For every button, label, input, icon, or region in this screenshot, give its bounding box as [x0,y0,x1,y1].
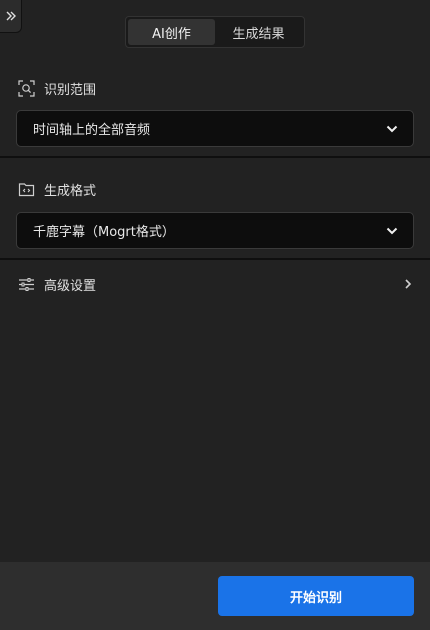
footer-bar: 开始识别 [0,562,430,630]
double-chevron-right-icon [6,11,16,21]
chevron-down-icon [385,122,399,136]
chevron-down-icon [385,224,399,238]
ai-subtitle-panel: AI创作 生成结果 识别范围 时间轴上的全部音频 生成格式 千鹿字幕（Mogrt… [0,0,430,630]
recognition-range-select[interactable]: 时间轴上的全部音频 [16,110,414,147]
recognition-range-text: 识别范围 [44,83,97,98]
mode-tabs: AI创作 生成结果 [125,16,305,48]
recognition-range-label: 识别范围 [18,79,96,98]
output-format-text: 生成格式 [44,184,97,199]
tab-results[interactable]: 生成结果 [215,19,302,45]
expand-panel-button[interactable] [0,0,22,33]
folder-code-icon [18,181,35,198]
chevron-right-icon [402,278,414,290]
sliders-icon [18,276,35,293]
section-divider [0,156,430,158]
advanced-settings-row[interactable]: 高级设置 [0,268,430,300]
advanced-settings-text: 高级设置 [44,278,97,294]
output-format-select[interactable]: 千鹿字幕（Mogrt格式） [16,212,414,249]
recognition-range-value: 时间轴上的全部音频 [33,123,151,138]
section-divider [0,258,430,260]
scan-search-icon [18,80,35,97]
output-format-label: 生成格式 [18,180,96,199]
output-format-value: 千鹿字幕（Mogrt格式） [33,225,175,240]
tab-ai-create[interactable]: AI创作 [128,19,215,45]
start-recognition-button[interactable]: 开始识别 [218,576,414,616]
